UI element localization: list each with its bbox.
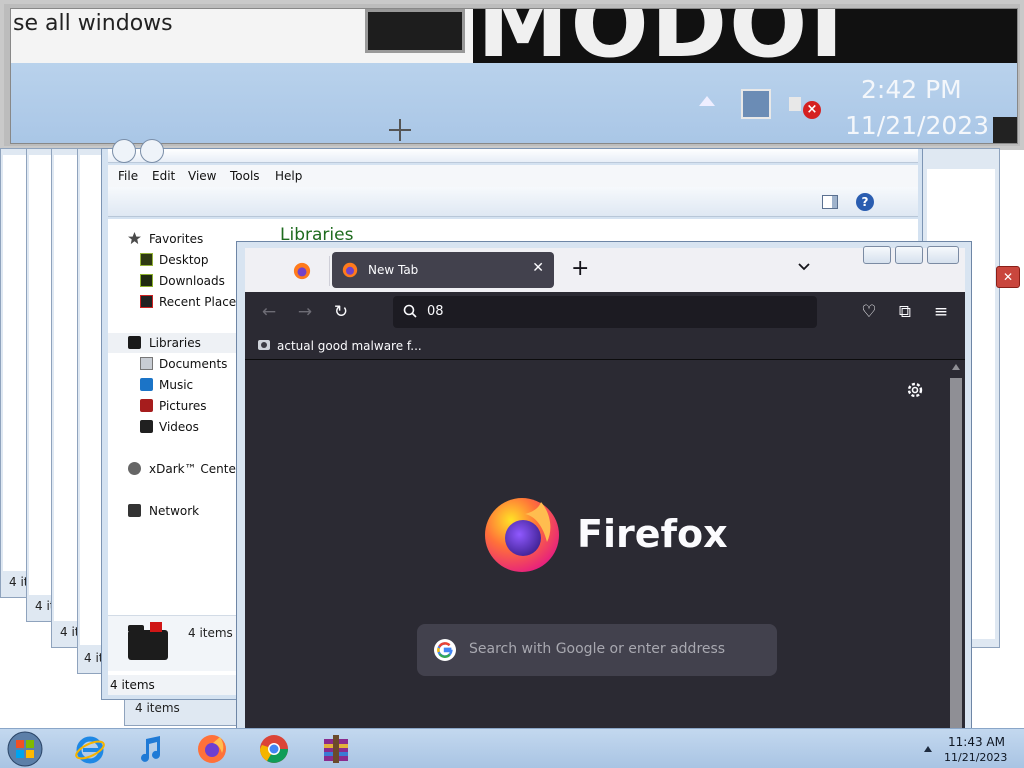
magnified-wallpaper: MODOI <box>473 9 1017 63</box>
magnifier-view: se all windows MODOI × 2:42 PM 11/21/202… <box>10 8 1018 144</box>
search-box[interactable]: Search with Google or enter address <box>417 624 777 676</box>
firefox-wordmark: Firefox <box>577 512 728 556</box>
magnifier-window: se all windows MODOI × 2:42 PM 11/21/202… <box>0 0 1024 150</box>
url-input-value[interactable]: 08 <box>427 304 444 319</box>
tab-new-tab[interactable]: New Tab ✕ <box>332 252 554 288</box>
firefox-pinned-tab-icon[interactable] <box>293 262 311 280</box>
tab-strip: New Tab ✕ + <box>245 246 965 292</box>
menu-edit[interactable]: Edit <box>152 169 175 183</box>
close-window-button[interactable] <box>927 246 959 264</box>
search-placeholder: Search with Google or enter address <box>469 641 726 657</box>
magnified-system-tray: × 2:42 PM 11/21/2023 <box>11 63 1017 143</box>
status-count: 4 items <box>135 701 180 715</box>
clock-date[interactable]: 11/21/2023 <box>944 751 1007 764</box>
details-item-count: 4 items <box>188 626 233 640</box>
recent-places-icon <box>140 295 153 308</box>
star-icon <box>128 232 141 245</box>
winrar-icon[interactable] <box>320 733 352 765</box>
help-button[interactable]: ? <box>856 193 874 211</box>
tab-separator <box>329 256 330 286</box>
network-icon <box>128 504 141 517</box>
restore-button[interactable] <box>895 246 923 264</box>
firefox-logo-icon <box>485 498 559 572</box>
bookmark-label: actual good malware f... <box>277 339 422 353</box>
scrollbar[interactable] <box>947 360 965 730</box>
tab-title: New Tab <box>368 263 419 277</box>
magnified-clock-time: 2:42 PM <box>861 75 962 104</box>
videos-icon <box>140 420 153 433</box>
address-bar-area <box>108 139 918 163</box>
menu-hamburger-icon[interactable]: ≡ <box>931 302 951 322</box>
new-tab-button[interactable]: + <box>571 256 589 281</box>
show-hidden-icons-icon[interactable] <box>924 746 932 752</box>
taskbar: 11:43 AM 11/21/2023 <box>0 728 1024 768</box>
move-cursor-icon <box>389 119 411 141</box>
itunes-icon[interactable] <box>134 733 166 765</box>
menu-view[interactable]: View <box>188 169 216 183</box>
internet-explorer-icon[interactable] <box>74 733 106 765</box>
close-tab-icon[interactable]: ✕ <box>532 260 544 276</box>
firefox-icon[interactable] <box>196 733 228 765</box>
extensions-icon[interactable]: ⧉ <box>895 302 915 322</box>
menu-tools[interactable]: Tools <box>230 169 260 183</box>
chrome-icon[interactable] <box>258 733 290 765</box>
magnified-window-area: se all windows MODOI <box>11 9 1017 63</box>
start-button[interactable] <box>4 730 46 768</box>
gear-icon[interactable] <box>905 380 925 400</box>
magnified-dark-block <box>365 9 465 53</box>
speaker-muted-icon: × <box>789 89 821 119</box>
menu-bar: File Edit View Tools Help <box>108 165 918 187</box>
status-item-count: 4 items <box>110 678 155 692</box>
pocket-icon[interactable]: ♡ <box>859 302 879 322</box>
new-tab-page: Firefox Search with Google or enter addr… <box>245 360 947 730</box>
pictures-icon <box>140 399 153 412</box>
url-bar[interactable]: 08 <box>393 296 817 328</box>
menu-file[interactable]: File <box>118 169 138 183</box>
back-button[interactable] <box>112 139 136 163</box>
bookmark-favicon-icon <box>258 340 270 350</box>
desktop-icon <box>140 253 153 266</box>
scrollbar-thumb[interactable] <box>950 378 962 728</box>
firefox-window[interactable]: New Tab ✕ + ← → ↻ 08 ♡ ⧉ ≡ actual good m… <box>236 241 972 730</box>
window-controls <box>863 246 963 266</box>
command-bar: ? <box>108 187 918 217</box>
bookmarks-toolbar: actual good malware f... <box>245 332 965 360</box>
music-icon <box>140 378 153 391</box>
reload-icon[interactable]: ↻ <box>331 302 351 322</box>
documents-icon <box>140 357 153 370</box>
close-button[interactable]: ✕ <box>996 266 1020 288</box>
search-icon <box>403 304 417 318</box>
forward-arrow-icon[interactable]: → <box>295 302 315 322</box>
library-folder-icon <box>128 622 168 660</box>
back-arrow-icon[interactable]: ← <box>259 302 279 322</box>
wallpaper-text: MODOI <box>477 9 846 63</box>
preview-pane-button[interactable] <box>822 195 838 209</box>
menu-help[interactable]: Help <box>275 169 302 183</box>
libraries-icon <box>128 336 141 349</box>
clock-time[interactable]: 11:43 AM <box>948 735 1005 749</box>
firefox-favicon-icon <box>342 262 358 278</box>
navigation-toolbar: ← → ↻ 08 ♡ ⧉ ≡ <box>245 292 965 332</box>
show-hidden-icons-icon <box>699 96 715 106</box>
list-all-tabs-chevron-icon[interactable] <box>797 260 811 274</box>
network-icon <box>741 89 771 119</box>
forward-button[interactable] <box>140 139 164 163</box>
magnified-edge <box>993 117 1017 143</box>
downloads-icon <box>140 274 153 287</box>
magnified-clock-date: 11/21/2023 <box>845 111 990 140</box>
xdark-center-icon <box>128 462 141 475</box>
minimize-button[interactable] <box>863 246 891 264</box>
magnified-menu-text: se all windows <box>13 11 173 36</box>
scroll-up-icon[interactable] <box>952 364 960 370</box>
google-icon <box>434 639 456 661</box>
